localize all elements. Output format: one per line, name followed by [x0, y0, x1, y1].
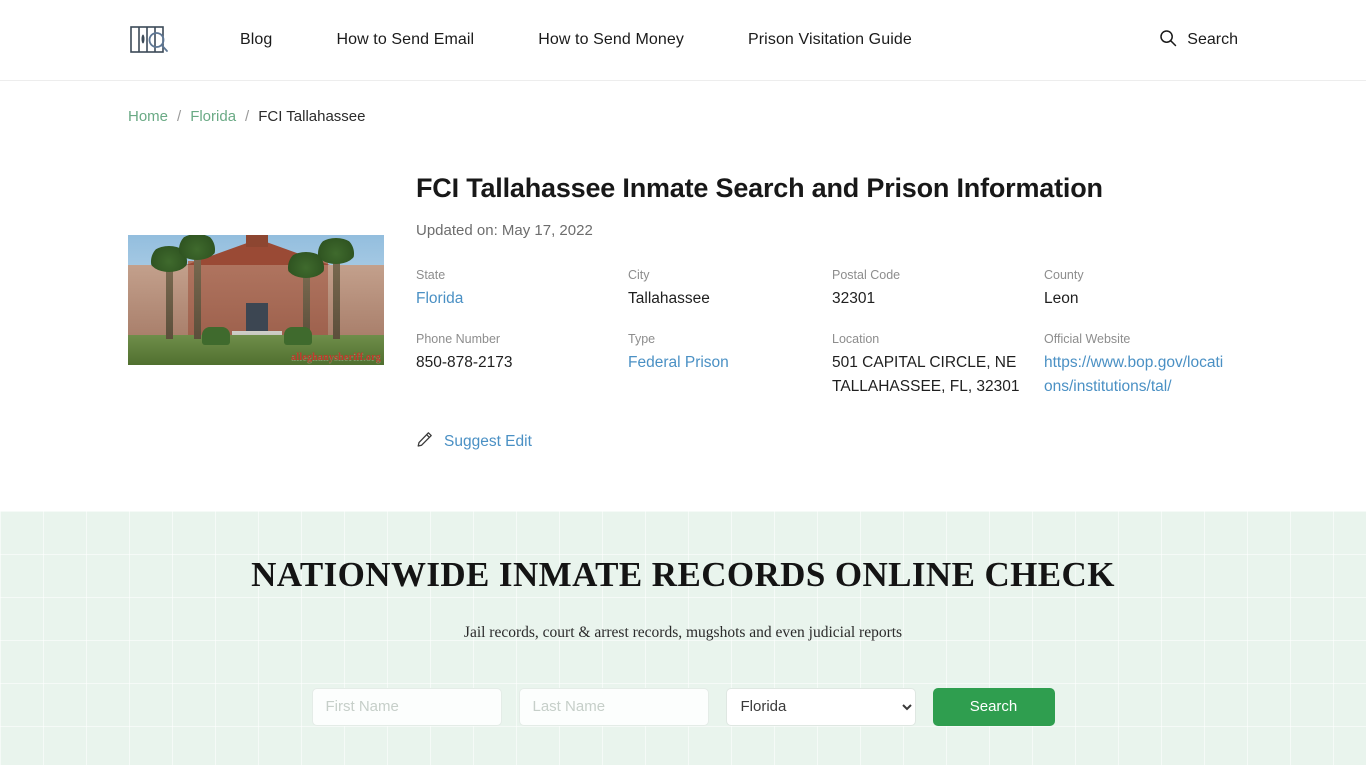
fact-type-value[interactable]: Federal Prison	[628, 354, 729, 371]
fact-type-label: Type	[628, 332, 656, 347]
suggest-edit-label: Suggest Edit	[444, 433, 532, 451]
fact-state: State Florida	[416, 268, 628, 311]
search-icon	[1159, 29, 1177, 52]
fact-phone-number-label: Phone Number	[416, 332, 501, 347]
pencil-icon	[416, 431, 433, 453]
band-subtitle: Jail records, court & arrest records, mu…	[463, 624, 903, 642]
photo-palm-tree	[177, 235, 217, 339]
photo-watermark: alleghanysheriff.org	[291, 352, 381, 363]
fact-postal-code: Postal Code 32301	[832, 268, 1044, 311]
prison-info-section: alleghanysheriff.org FCI Tallahassee Inm…	[0, 125, 1366, 453]
fact-official-website-value[interactable]: https://www.bop.gov/locations/institutio…	[1044, 351, 1230, 399]
nav-item-how-to-send-money[interactable]: How to Send Money	[506, 31, 716, 49]
fact-city-label: City	[628, 268, 650, 283]
photo-bush	[202, 327, 230, 345]
fact-postal-code-label: Postal Code	[832, 268, 901, 283]
fact-county-label: County	[1044, 268, 1084, 283]
search-button[interactable]: Search	[932, 687, 1055, 726]
fact-city: City Tallahassee	[628, 268, 832, 311]
fact-state-value[interactable]: Florida	[416, 290, 463, 307]
nav-item-prison-visitation-guide[interactable]: Prison Visitation Guide	[716, 31, 944, 49]
fact-location-line2: TALLAHASSEE, FL, 32301	[832, 378, 1020, 396]
nav-item-blog[interactable]: Blog	[212, 31, 304, 49]
prison-photo: alleghanysheriff.org	[128, 235, 384, 365]
site-header: Blog How to Send Email How to Send Money…	[0, 0, 1366, 81]
fact-location-label: Location	[832, 332, 880, 347]
page-title: FCI Tallahassee Inmate Search and Prison…	[416, 173, 1103, 203]
nationwide-search-band: NATIONWIDE INMATE RECORDS ONLINE CHECK J…	[0, 511, 1366, 766]
suggest-edit-button[interactable]: Suggest Edit	[416, 431, 532, 453]
breadcrumb-separator: /	[177, 108, 182, 125]
breadcrumb-separator: /	[245, 108, 250, 125]
header-search-label: Search	[1187, 31, 1238, 48]
photo-cupola	[246, 235, 268, 247]
photo-palm-tree	[316, 238, 356, 339]
state-select[interactable]: Florida	[725, 687, 916, 726]
breadcrumb-current: FCI Tallahassee	[258, 108, 366, 125]
photo-bush	[284, 327, 312, 345]
updated-date: Updated on: May 17, 2022	[416, 222, 593, 240]
photo-palm-tree	[149, 246, 189, 339]
fact-official-website-label: Official Website	[1044, 332, 1131, 347]
last-name-input[interactable]	[518, 687, 709, 726]
prison-bars-magnifier-logo[interactable]	[128, 18, 172, 62]
fact-official-website: Official Website https://www.bop.gov/loc…	[1044, 332, 1238, 399]
fact-phone-number-value: 850-878-2173	[416, 354, 513, 372]
breadcrumb-florida[interactable]: Florida	[190, 108, 236, 125]
inmate-search-form: Florida Search	[311, 687, 1055, 726]
nav-item-how-to-send-email[interactable]: How to Send Email	[304, 31, 506, 49]
prison-facts-grid: State Florida City Tallahassee Postal Co…	[416, 268, 1238, 399]
photo-entrance-door	[246, 303, 268, 333]
breadcrumb: Home / Florida / FCI Tallahassee	[0, 81, 1366, 125]
header-search-button[interactable]: Search	[1159, 29, 1238, 52]
fact-type: Type Federal Prison	[628, 332, 832, 399]
fact-state-label: State	[416, 268, 446, 283]
fact-county-value: Leon	[1044, 290, 1079, 308]
prison-info-body: FCI Tallahassee Inmate Search and Prison…	[384, 172, 1238, 453]
fact-city-value: Tallahassee	[628, 290, 710, 308]
main-nav: Blog How to Send Email How to Send Money…	[212, 31, 944, 49]
breadcrumb-home[interactable]: Home	[128, 108, 168, 125]
fact-county: County Leon	[1044, 268, 1238, 311]
fact-phone-number: Phone Number 850-878-2173	[416, 332, 628, 399]
first-name-input[interactable]	[311, 687, 502, 726]
fact-postal-code-value: 32301	[832, 290, 876, 308]
band-title: NATIONWIDE INMATE RECORDS ONLINE CHECK	[251, 555, 1115, 595]
fact-location: Location 501 CAPITAL CIRCLE, NE TALLAHAS…	[832, 332, 1044, 399]
fact-location-line1: 501 CAPITAL CIRCLE, NE	[832, 354, 1017, 372]
